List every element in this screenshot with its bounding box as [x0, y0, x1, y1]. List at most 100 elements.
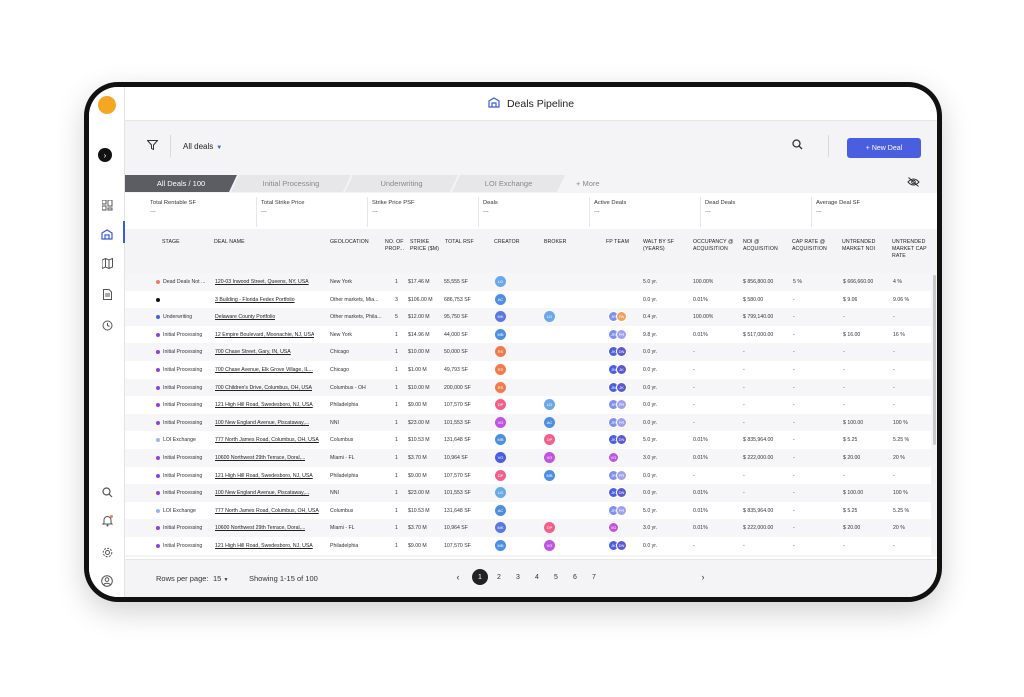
fp-team-avatar[interactable]: PR — [616, 416, 627, 428]
page-button[interactable]: 6 — [567, 569, 583, 585]
previous-page-icon[interactable]: ‹ — [450, 569, 466, 585]
column-header[interactable]: STRIKE PRICE ($M) — [410, 239, 439, 253]
creator-avatar[interactable]: RS — [495, 346, 506, 358]
fp-team-avatar[interactable]: DN — [616, 487, 627, 499]
column-header[interactable]: TOTAL RSF — [445, 239, 474, 246]
search-nav-icon[interactable] — [98, 483, 116, 501]
column-header[interactable]: NO. OF PROP... — [385, 239, 404, 253]
deal-name-link[interactable]: 12 Empire Boulevard, Moonachie, NJ, USA — [215, 332, 314, 338]
table-row[interactable]: Dead Deals Not ... 120-03 Inwood Street, … — [125, 273, 931, 291]
fp-team-avatar[interactable]: VG — [608, 452, 619, 463]
column-header[interactable]: WALT BY SF (YEARS) — [643, 239, 674, 253]
column-header[interactable]: OCCUPANCY @ ACQUISITION — [693, 239, 733, 253]
deal-name-link[interactable]: Delaware County Portfolio — [215, 314, 275, 320]
map-icon[interactable] — [98, 254, 116, 272]
column-header[interactable]: STAGE — [162, 239, 180, 246]
table-row[interactable]: Initial Processing 121 High Hill Road, Sw… — [125, 466, 931, 485]
dashboard-icon[interactable] — [98, 196, 116, 214]
page-button[interactable]: 2 — [491, 569, 507, 585]
history-icon[interactable] — [98, 316, 116, 334]
tab-underwriting[interactable]: Underwriting — [345, 175, 458, 192]
page-button[interactable]: 4 — [529, 569, 545, 585]
broker-avatar[interactable]: AC — [544, 416, 555, 428]
creator-avatar[interactable]: AC — [495, 293, 506, 305]
fp-team-avatar[interactable]: DN — [616, 434, 627, 446]
table-row[interactable]: Initial Processing 121 High Hill Road, Sw… — [125, 396, 931, 414]
deal-name-link[interactable]: 777 North James Road, Columbus, OH, USA — [215, 508, 319, 514]
fp-team-avatar[interactable]: PR — [616, 328, 627, 340]
deals-icon[interactable] — [98, 225, 116, 243]
document-icon[interactable] — [98, 285, 116, 303]
deal-name-link[interactable]: 10600 Northwest 29th Terrace, Doral,... — [215, 455, 305, 461]
tab-loi-exchange[interactable]: LOI Exchange — [452, 175, 565, 192]
table-row[interactable]: Initial Processing 100 New England Avenue… — [125, 484, 931, 502]
fp-team-avatar[interactable]: PR — [616, 504, 627, 516]
settings-gear-icon[interactable] — [98, 543, 116, 561]
table-row[interactable]: LOI Exchange 777 North James Road, Columb… — [125, 431, 931, 449]
creator-avatar[interactable]: MB — [495, 328, 506, 340]
table-row[interactable]: Initial Processing 10600 Northwest 29th T… — [125, 449, 931, 467]
fp-team-avatar[interactable]: VG — [608, 522, 619, 534]
broker-avatar[interactable]: VG — [544, 540, 555, 551]
creator-avatar[interactable]: MK — [495, 522, 506, 534]
table-row[interactable]: Initial Processing 100 New England Avenue… — [125, 413, 931, 432]
new-deal-button[interactable]: + New Deal — [847, 138, 921, 158]
deal-name-link[interactable]: 700 Children's Drive, Columbus, OH, USA — [215, 385, 312, 391]
table-row[interactable]: Initial Processing 12 Empire Boulevard, M… — [125, 325, 931, 344]
deals-filter-dropdown[interactable]: All deals ▼ — [183, 142, 222, 151]
expand-sidebar-icon[interactable]: › — [98, 148, 112, 162]
broker-avatar[interactable]: DP — [544, 434, 555, 446]
tab-all-deals[interactable]: All Deals / 100 — [125, 175, 237, 192]
vertical-scrollbar[interactable] — [933, 275, 936, 445]
creator-avatar[interactable]: VG — [495, 416, 506, 428]
creator-avatar[interactable]: LG — [495, 487, 506, 499]
creator-avatar[interactable]: DP — [495, 469, 506, 481]
next-page-icon[interactable]: › — [695, 569, 711, 585]
column-header[interactable]: NOI @ ACQUISITION — [743, 239, 778, 253]
fp-team-avatar[interactable]: JK — [616, 364, 627, 375]
page-button[interactable]: 3 — [510, 569, 526, 585]
search-icon[interactable] — [792, 139, 803, 153]
column-header[interactable]: FP TEAM — [606, 239, 629, 246]
column-header[interactable]: CREATOR — [494, 239, 520, 246]
filter-icon[interactable] — [146, 139, 159, 153]
page-button[interactable]: 5 — [548, 569, 564, 585]
creator-avatar[interactable]: MB — [495, 540, 506, 551]
column-header[interactable]: UNTRENDED MARKET NOI — [842, 239, 875, 253]
deal-name-link[interactable]: 700 Chase Avenue, Elk Grove Village, IL.… — [215, 367, 313, 373]
deal-name-link[interactable]: 120-03 Inwood Street, Queens, NY, USA — [215, 279, 309, 285]
tab-initial-processing[interactable]: Initial Processing — [231, 175, 351, 192]
creator-avatar[interactable]: LG — [495, 276, 506, 287]
hide-stats-eye-icon[interactable] — [907, 177, 920, 190]
user-profile-icon[interactable] — [98, 572, 116, 590]
notifications-bell-icon[interactable] — [98, 512, 116, 530]
logo-icon[interactable] — [98, 96, 116, 114]
fp-team-avatar[interactable]: DN — [616, 346, 627, 358]
creator-avatar[interactable]: AC — [495, 504, 506, 516]
table-row[interactable]: LOI Exchange 777 North James Road, Columb… — [125, 501, 931, 520]
fp-team-avatar[interactable]: JK — [616, 381, 627, 393]
broker-avatar[interactable]: VG — [544, 452, 555, 463]
deal-name-link[interactable]: 10600 Northwest 29th Terrace, Doral,... — [215, 525, 305, 531]
broker-avatar[interactable]: LG — [544, 399, 555, 411]
table-row[interactable]: 3 Building - Florida Fedex Portfolio Othe… — [125, 290, 931, 309]
deal-name-link[interactable]: 121 High Hill Road, Swedesboro, NJ, USA — [215, 543, 313, 549]
fp-team-avatar[interactable]: PR — [616, 399, 627, 411]
fp-team-avatar[interactable]: DN — [616, 540, 627, 551]
deal-name-link[interactable]: 777 North James Road, Columbus, OH, USA — [215, 437, 319, 443]
column-header[interactable]: BROKER — [544, 239, 567, 246]
table-row[interactable]: Underwriting Delaware County Portfolio Oth… — [125, 308, 931, 326]
broker-avatar[interactable]: DP — [544, 522, 555, 534]
table-row[interactable]: Initial Processing 700 Chase Avenue, Elk … — [125, 361, 931, 379]
creator-avatar[interactable]: DP — [495, 399, 506, 411]
deal-name-link[interactable]: 121 High Hill Road, Swedesboro, NJ, USA — [215, 473, 313, 479]
fp-team-avatar[interactable]: PA — [616, 311, 627, 323]
page-button[interactable]: 7 — [586, 569, 602, 585]
rows-per-page-select[interactable]: 15 ▼ — [213, 574, 228, 583]
table-row[interactable]: Initial Processing 121 High Hill Road, Sw… — [125, 537, 931, 555]
column-header[interactable]: DEAL NAME — [214, 239, 245, 246]
table-row[interactable]: Initial Processing 700 Chase Street, Gary… — [125, 343, 931, 361]
table-row[interactable]: Initial Processing 700 Children's Drive, … — [125, 378, 931, 397]
broker-avatar[interactable]: LG — [544, 311, 555, 323]
fp-team-avatar[interactable]: PR — [616, 469, 627, 481]
